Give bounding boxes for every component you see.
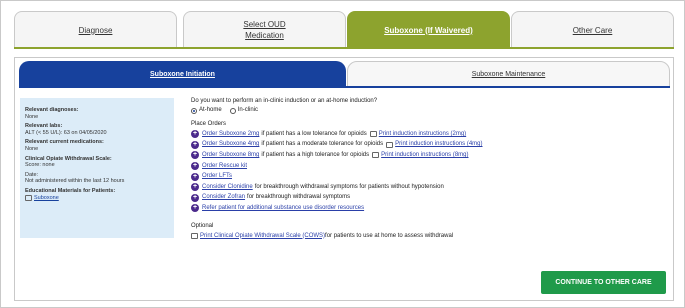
tab-select-oud-medication[interactable]: Select OUD Medication [183,11,346,48]
optional-title: Optional [191,222,214,229]
order-row: + Consider Zofran for breakthrough withdr… [191,193,661,204]
plus-circle-icon[interactable]: + [191,162,199,171]
printer-icon [191,233,198,240]
cows-label: Clinical Opiate Withdrawal Scale: [25,155,112,162]
print-instructions-link[interactable]: Print induction instructions (8mg) [381,152,468,159]
diagnoses-label: Relevant diagnoses: [25,107,79,113]
printer-icon [369,131,377,138]
in-clinic-label: In-clinic [237,107,259,113]
induction-content: Do you want to perform an in-clinic indu… [191,98,661,241]
tab-suboxone[interactable]: Suboxone (If Waivered) [347,11,510,48]
tab-other-care[interactable]: Other Care [511,11,674,48]
plus-circle-icon[interactable]: + [191,151,199,160]
in-clinic-radio[interactable] [229,107,236,114]
order-row: + Order LFTs [191,171,661,182]
top-tab-bar: Diagnose Select OUD Medication Suboxone … [14,11,674,48]
at-home-label: At-home [199,107,222,113]
subtab-initiation[interactable]: Suboxone Initiation [19,61,346,87]
continue-button[interactable]: CONTINUE TO OTHER CARE [541,271,666,294]
order-note: for breakthrough withdrawal symptoms for… [254,183,444,190]
printer-icon [372,152,380,159]
plus-circle-icon[interactable]: + [191,140,199,149]
orders-list: + Order Suboxone 2mg if patient has a low… [191,129,661,214]
order-note: if patient has a low tolerance for opioi… [261,130,367,137]
print-cows-text: for patients to use at home to assess wi… [325,232,454,239]
print-cows-link[interactable]: Print Clinical Opiate Withdrawal Scale (… [200,233,325,240]
sub-tab-bar: Suboxone Initiation Suboxone Maintenance [19,61,670,87]
date-label: Date: [25,171,39,178]
order-row: + Refer patient for additional substance … [191,203,661,214]
top-tab-divider [14,47,674,49]
labs-label: Relevant labs: [25,123,63,130]
plus-circle-icon[interactable]: + [191,172,199,181]
print-instructions-link[interactable]: Print induction instructions (2mg) [379,131,466,138]
order-row: + Order Suboxone 8mg if patient has a hig… [191,150,661,161]
order-row: + Consider Clonidine for breakthrough wit… [191,182,661,193]
at-home-radio[interactable] [191,107,197,114]
place-orders-title: Place Orders [191,121,227,127]
diagnoses-value: None [25,113,39,120]
order-row: + Order Suboxone 4mg if patient has a mod… [191,140,661,151]
order-link[interactable]: Order Suboxone 8mg [202,152,259,159]
order-link[interactable]: Consider Zofran [202,194,245,201]
order-link[interactable]: Order LFTs [202,173,232,180]
printer-icon [25,194,32,201]
medications-label: Relevant current medications: [25,139,104,146]
order-note: if patient has a moderate tolerance for … [261,141,384,148]
subtab-maintenance[interactable]: Suboxone Maintenance [347,61,670,87]
order-link[interactable]: Consider Clonidine [202,184,253,191]
plus-circle-icon[interactable]: + [191,130,199,139]
order-link[interactable]: Order Rescue kit [202,163,247,170]
order-row: + Order Suboxone 2mg if patient has a low… [191,129,661,140]
plus-circle-icon[interactable]: + [191,204,199,213]
materials-label: Educational Materials for Patients: [25,187,116,194]
tab-diagnose[interactable]: Diagnose [14,11,177,48]
order-note: if patient has a high tolerance for opio… [261,151,370,158]
order-row: + Order Rescue kit [191,161,661,172]
order-note: for breakthrough withdrawal symptoms [247,194,351,201]
order-link[interactable]: Refer patient for additional substance u… [202,205,364,212]
order-link[interactable]: Order Suboxone 4mg [202,141,259,148]
plus-circle-icon[interactable]: + [191,183,199,192]
order-link[interactable]: Order Suboxone 2mg [202,131,259,138]
printer-icon [386,141,394,148]
print-instructions-link[interactable]: Print induction instructions (4mg) [395,141,482,148]
patient-info-box: Relevant diagnoses: None Relevant labs: AL… [20,98,174,238]
induction-question: Do you want to perform an in-clinic indu… [191,98,378,104]
labs-value: ALT (< 55 U/L): 63 on 04/05/2020 [25,129,107,136]
date-value: Not administered within the last 12 hour… [25,178,125,185]
sub-tab-divider [19,86,670,88]
cows-value: Score: none [25,162,55,169]
plus-circle-icon[interactable]: + [191,193,199,202]
medications-value: None [25,145,39,152]
suboxone-materials-link[interactable]: Suboxone [34,195,59,202]
